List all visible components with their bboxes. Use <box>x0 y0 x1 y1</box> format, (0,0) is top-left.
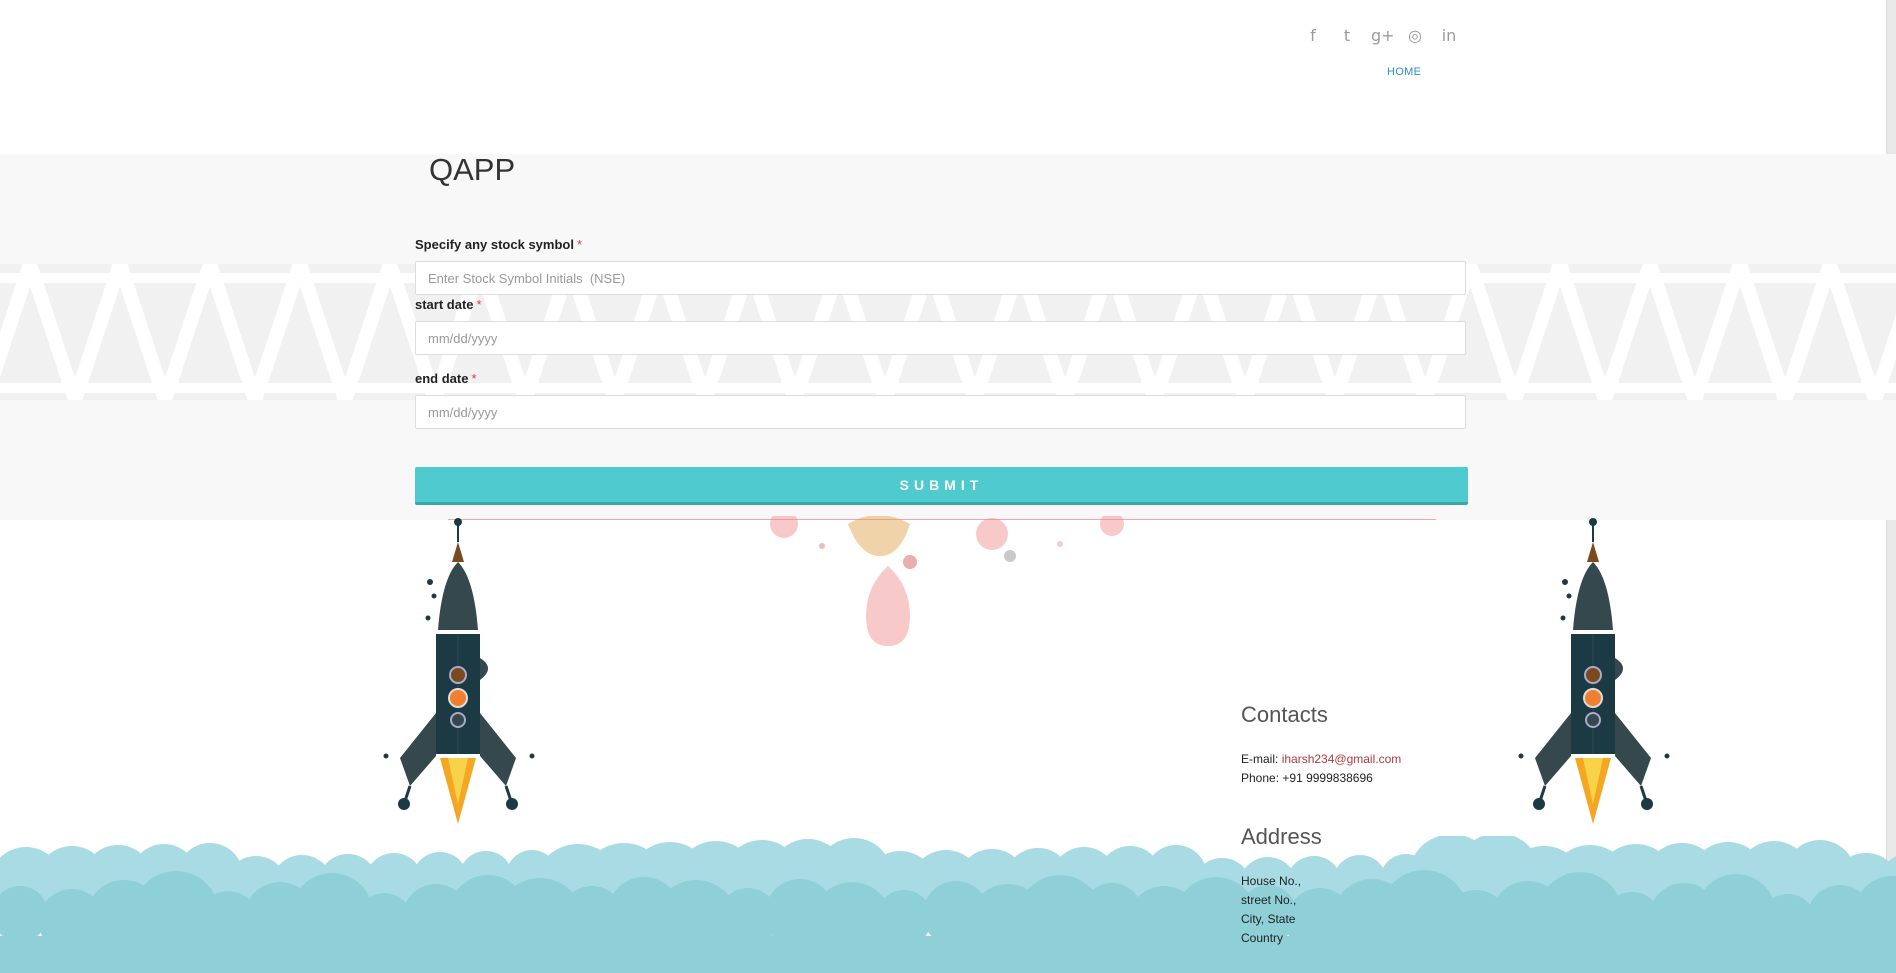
start-date-input[interactable] <box>415 321 1466 355</box>
address-line: House No., <box>1241 874 1302 888</box>
required-mark: * <box>471 371 477 386</box>
phone-label: Phone: <box>1241 771 1280 785</box>
end-date-input[interactable] <box>415 395 1466 429</box>
clouds-illustration <box>0 836 1896 973</box>
address-heading: Address <box>1241 824 1322 849</box>
address-line: Country <box>1241 931 1284 945</box>
decorative-illustration <box>770 516 1124 646</box>
dribbble-icon[interactable]: ◎ <box>1405 26 1425 46</box>
required-mark: * <box>576 237 583 252</box>
submit-button[interactable]: SUBMIT <box>415 467 1468 505</box>
contacts-heading: Contacts <box>1241 702 1328 727</box>
social-links: f t g+ ◎ in <box>1303 26 1459 46</box>
required-mark: * <box>476 297 482 312</box>
email-line: E-mail: iharsh234@gmail.com <box>1241 752 1401 766</box>
address-line: City, State <box>1241 912 1296 926</box>
phone-line: Phone: +91 9999838696 <box>1241 771 1373 785</box>
email-link[interactable]: iharsh234@gmail.com <box>1282 752 1402 766</box>
symbol-label-text: Specify any stock symbol <box>415 237 574 252</box>
facebook-icon[interactable]: f <box>1303 26 1323 46</box>
rocket-illustration-left <box>383 518 535 824</box>
google-plus-icon[interactable]: g+ <box>1371 26 1395 46</box>
start-date-label: start date * <box>415 297 482 312</box>
phone-value: +91 9999838696 <box>1282 771 1373 785</box>
twitter-icon[interactable]: t <box>1337 26 1357 46</box>
end-date-label: end date * <box>415 371 477 386</box>
nav-home-link[interactable]: HOME <box>1387 66 1421 78</box>
address-line: street No., <box>1241 893 1297 907</box>
rocket-illustration-right <box>1518 518 1670 824</box>
end-date-label-text: end date <box>415 371 469 386</box>
linkedin-icon[interactable]: in <box>1439 26 1459 46</box>
stock-symbol-input[interactable] <box>415 261 1466 295</box>
email-label: E-mail: <box>1241 752 1279 766</box>
page-title: QAPP <box>429 152 516 187</box>
address-block: House No., street No., City, State Count… <box>1241 872 1301 948</box>
symbol-label: Specify any stock symbol * <box>415 237 582 252</box>
start-date-label-text: start date <box>415 297 474 312</box>
